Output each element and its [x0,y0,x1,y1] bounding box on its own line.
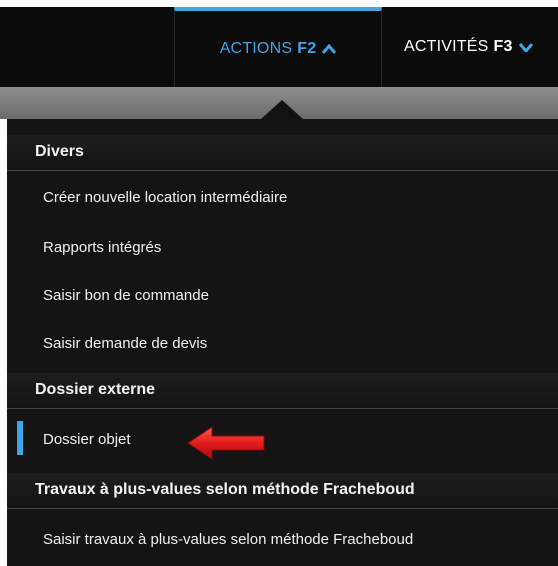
chevron-up-icon [322,44,337,54]
selection-indicator [17,421,23,455]
tab-activities[interactable]: ACTIVITÉS F3 [382,7,558,87]
menu-item-label: Dossier objet [43,431,131,448]
tab-activities-shortcut: F3 [493,38,513,55]
menu-section-divers: Divers [7,135,558,171]
actions-dropdown-menu: Divers Créer nouvelle location intermédi… [7,119,558,566]
chevron-down-icon [518,42,533,52]
section-title: Dossier externe [35,381,156,398]
tab-actions-label: ACTIONS [219,40,293,57]
menu-item-demande-de-devis[interactable]: Saisir demande de devis [7,321,558,367]
top-navigation-bar: ACTIONS F2 ACTIVITÉS F3 [0,7,558,87]
tab-actions-shortcut: F2 [297,40,317,57]
tab-actions[interactable]: ACTIONS F2 [174,7,382,87]
menu-section-travaux-plus-values: Travaux à plus-values selon méthode Frac… [7,473,558,509]
screenshot-frame: ACTIONS F2 ACTIVITÉS F3 Divers Créer nou… [0,0,558,566]
dropdown-pointer [261,100,303,119]
menu-item-label: Saisir travaux à plus-values selon métho… [43,531,414,548]
menu-item-label: Saisir bon de commande [43,287,209,304]
section-title: Travaux à plus-values selon méthode Frac… [35,481,415,498]
menu-item-dossier-objet[interactable]: Dossier objet [7,417,558,463]
menu-item-creer-location[interactable]: Créer nouvelle location intermédiaire [7,175,558,221]
menu-item-rapports-integres[interactable]: Rapports intégrés [7,225,558,271]
menu-item-saisir-travaux-plus-values[interactable]: Saisir travaux à plus-values selon métho… [7,517,558,563]
menu-item-bon-de-commande[interactable]: Saisir bon de commande [7,273,558,319]
menu-item-label: Créer nouvelle location intermédiaire [43,189,288,206]
section-title: Divers [35,143,84,160]
red-arrow-annotation-icon [187,426,265,460]
menu-section-dossier-externe: Dossier externe [7,373,558,409]
menu-item-label: Saisir demande de devis [43,335,208,352]
menu-item-label: Rapports intégrés [43,239,162,256]
tab-activities-label: ACTIVITÉS [404,38,489,55]
